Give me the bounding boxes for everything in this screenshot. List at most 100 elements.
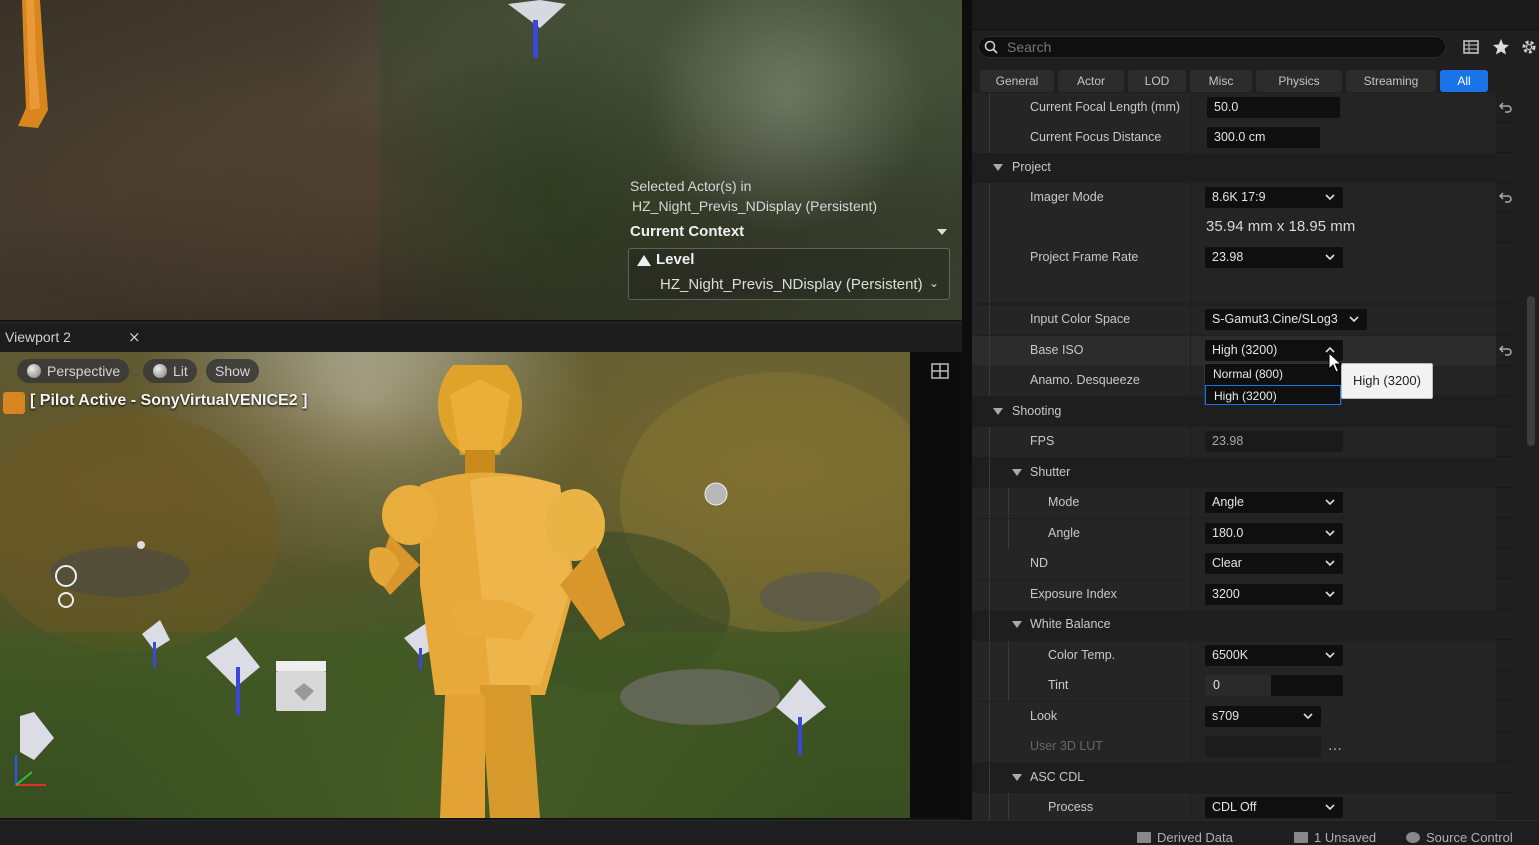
chevron-down-icon bbox=[1325, 560, 1335, 567]
shutter-mode-dropdown[interactable]: Angle bbox=[1205, 492, 1343, 513]
lit-sphere-icon bbox=[153, 364, 167, 378]
tab-actor[interactable]: Actor bbox=[1058, 70, 1124, 92]
property-label: Project Frame Rate bbox=[1030, 250, 1139, 264]
property-label: Mode bbox=[1048, 495, 1080, 509]
category-label: White Balance bbox=[1030, 617, 1111, 631]
property-label: Imager Mode bbox=[1030, 190, 1104, 204]
tab-lod[interactable]: LOD bbox=[1128, 70, 1186, 92]
more-options-icon[interactable]: … bbox=[1328, 738, 1342, 754]
save-icon bbox=[1294, 832, 1308, 843]
base-iso-menu: Normal (800) High (3200) bbox=[1204, 363, 1342, 405]
property-row-user-lut: User 3D LUT … bbox=[972, 732, 1512, 762]
star-icon[interactable] bbox=[1492, 38, 1510, 56]
camera-gizmo[interactable] bbox=[140, 620, 180, 670]
category-label: Shutter bbox=[1030, 465, 1071, 479]
shutter-angle-dropdown[interactable]: 180.0 bbox=[1205, 523, 1343, 544]
light-gizmo-icon[interactable] bbox=[50, 562, 90, 622]
menu-item-normal-800[interactable]: Normal (800) bbox=[1205, 364, 1341, 384]
focal-length-field[interactable]: 50.0 bbox=[1207, 97, 1340, 118]
imager-size-value: 35.94 mm x 18.95 mm bbox=[1206, 218, 1356, 235]
chevron-down-icon bbox=[1325, 530, 1335, 537]
expand-arrow-icon[interactable] bbox=[1012, 469, 1022, 476]
category-white-balance[interactable]: White Balance bbox=[972, 610, 1512, 640]
details-scrollbar[interactable] bbox=[1527, 296, 1535, 446]
chevron-down-icon[interactable]: ⌄ bbox=[929, 276, 939, 290]
category-shutter[interactable]: Shutter bbox=[972, 458, 1512, 488]
property-label: Angle bbox=[1048, 526, 1080, 540]
fps-value: 23.98 bbox=[1205, 431, 1343, 452]
property-label: Current Focal Length (mm) bbox=[1030, 100, 1181, 114]
status-bar: Derived Data 1 Unsaved Source Control bbox=[0, 820, 1539, 845]
property-label: Tint bbox=[1048, 678, 1069, 692]
gear-icon[interactable] bbox=[1520, 38, 1538, 56]
mannequin-figure[interactable] bbox=[360, 365, 660, 818]
tab-physics[interactable]: Physics bbox=[1256, 70, 1342, 92]
property-label: User 3D LUT bbox=[1030, 739, 1103, 753]
search-input[interactable] bbox=[1007, 37, 1437, 57]
category-project[interactable]: Project bbox=[972, 153, 1512, 183]
property-row-imager-mode: Imager Mode 8.6K 17:9 bbox=[972, 183, 1512, 213]
expand-arrow-icon[interactable] bbox=[1012, 621, 1022, 628]
level-context-box[interactable]: Level HZ_Night_Previs_NDisplay (Persiste… bbox=[628, 248, 950, 300]
close-icon[interactable]: × bbox=[128, 328, 141, 346]
reset-arrow-icon[interactable] bbox=[1499, 100, 1513, 114]
user-lut-field bbox=[1205, 736, 1321, 757]
camera-gizmo[interactable] bbox=[500, 0, 580, 60]
menu-item-high-3200[interactable]: High (3200) bbox=[1205, 385, 1341, 405]
search-box[interactable] bbox=[978, 36, 1446, 58]
tab-streaming[interactable]: Streaming bbox=[1346, 70, 1436, 92]
viewport-2-tab[interactable]: Viewport 2 × bbox=[0, 322, 962, 352]
property-row-exposure-index: Exposure Index 3200 bbox=[972, 580, 1512, 610]
tint-slider[interactable]: 0 bbox=[1205, 675, 1343, 696]
property-label: Look bbox=[1030, 709, 1058, 723]
expand-arrow-icon[interactable] bbox=[1012, 774, 1022, 781]
nd-dropdown[interactable]: Clear bbox=[1205, 553, 1343, 574]
camera-gizmo[interactable] bbox=[770, 677, 840, 757]
color-space-dropdown[interactable]: S-Gamut3.Cine/SLog3 bbox=[1205, 309, 1367, 330]
expand-arrow-icon[interactable] bbox=[993, 164, 1003, 171]
camera-gizmo[interactable] bbox=[200, 637, 280, 717]
chevron-down-icon bbox=[1325, 499, 1335, 506]
clapperboard-icon[interactable] bbox=[270, 657, 340, 717]
property-row-frame-rate: Project Frame Rate 23.98 bbox=[972, 243, 1512, 303]
reset-arrow-icon[interactable] bbox=[1499, 190, 1513, 204]
base-iso-dropdown[interactable]: High (3200) bbox=[1205, 340, 1343, 361]
perspective-button[interactable]: Perspective bbox=[17, 359, 130, 383]
viewport-1[interactable]: Selected Actor(s) in HZ_Night_Previs_NDi… bbox=[0, 0, 962, 320]
look-dropdown[interactable]: s709 bbox=[1205, 706, 1321, 727]
viewport-2-title: Viewport 2 bbox=[5, 329, 71, 345]
unsaved-button[interactable]: 1 Unsaved bbox=[1294, 830, 1376, 845]
pilot-camera-icon[interactable] bbox=[3, 392, 25, 414]
details-panel: General Actor LOD Misc Physics Streaming… bbox=[972, 0, 1539, 823]
exposure-index-dropdown[interactable]: 3200 bbox=[1205, 584, 1343, 605]
focus-distance-field[interactable]: 300.0 cm bbox=[1207, 127, 1320, 148]
property-row-focus-distance: Current Focus Distance 300.0 cm bbox=[972, 123, 1512, 153]
pilot-active-label: [ Pilot Active - SonyVirtualVENICE2 ] bbox=[30, 392, 308, 409]
category-asc-cdl[interactable]: ASC CDL bbox=[972, 763, 1512, 793]
tab-general[interactable]: General bbox=[980, 70, 1054, 92]
reset-arrow-icon[interactable] bbox=[1499, 343, 1513, 357]
process-dropdown[interactable]: CDL Off bbox=[1205, 797, 1343, 818]
color-temp-dropdown[interactable]: 6500K bbox=[1205, 645, 1343, 666]
panel-splitter[interactable] bbox=[962, 0, 972, 845]
tab-misc[interactable]: Misc bbox=[1190, 70, 1252, 92]
tab-all[interactable]: All bbox=[1440, 70, 1488, 92]
derived-data-button[interactable]: Derived Data bbox=[1137, 830, 1233, 845]
property-row-look: Look s709 bbox=[972, 702, 1512, 732]
source-control-button[interactable]: Source Control bbox=[1406, 830, 1513, 845]
collapse-arrow-icon[interactable] bbox=[937, 229, 947, 235]
property-row-color-space: Input Color Space S-Gamut3.Cine/SLog3 bbox=[972, 305, 1512, 335]
property-row-base-iso: Base ISO High (3200) bbox=[972, 336, 1512, 366]
table-view-icon[interactable] bbox=[1462, 38, 1480, 56]
current-context-title: Current Context bbox=[630, 223, 745, 240]
show-button[interactable]: Show bbox=[206, 359, 260, 383]
category-label: ASC CDL bbox=[1030, 770, 1085, 784]
frame-rate-dropdown[interactable]: 23.98 bbox=[1205, 247, 1343, 268]
expand-arrow-icon[interactable] bbox=[993, 408, 1003, 415]
layout-grid-icon[interactable] bbox=[930, 362, 950, 380]
imager-mode-dropdown[interactable]: 8.6K 17:9 bbox=[1205, 187, 1343, 208]
chevron-down-icon bbox=[1303, 713, 1313, 720]
level-label: Level bbox=[656, 251, 695, 268]
panel-header bbox=[972, 0, 1539, 30]
lit-button[interactable]: Lit bbox=[143, 359, 197, 383]
